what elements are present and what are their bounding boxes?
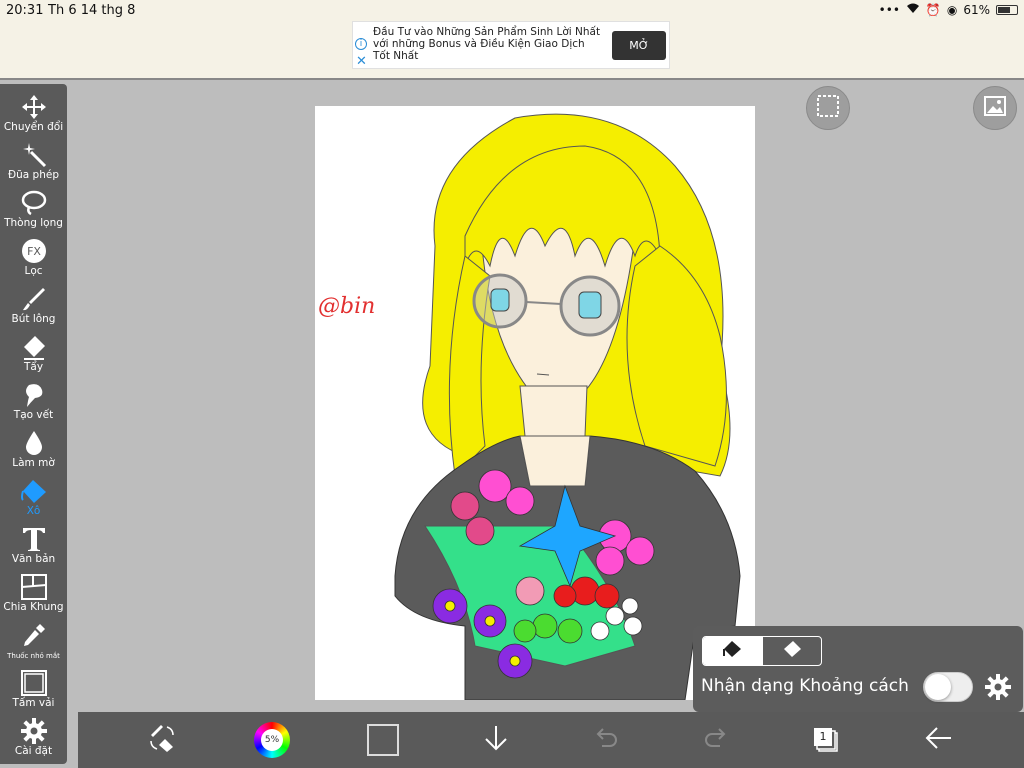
distance-detection-toggle[interactable] — [923, 672, 973, 702]
battery-percent: 61% — [963, 3, 990, 17]
tool-eyedropper[interactable]: Thuốc nhỏ mắt — [0, 616, 67, 664]
brush-eraser-swap-button[interactable] — [144, 722, 180, 758]
wifi-icon — [906, 3, 920, 17]
tool-fill-bucket[interactable]: Xô — [0, 472, 67, 520]
move-icon — [0, 94, 67, 120]
status-divider — [0, 78, 1024, 80]
back-button[interactable] — [920, 722, 956, 758]
frame-divider-icon — [0, 574, 67, 600]
layer-count: 1 — [819, 730, 827, 743]
ad-close-icon[interactable]: ✕ — [356, 54, 367, 69]
fill-mode-eraser[interactable] — [761, 637, 821, 665]
layers-icon: 1 — [811, 725, 841, 755]
ad-banner[interactable]: i ✕ Đầu Tư vào Những Sản Phẩm Sinh Lời N… — [352, 21, 670, 69]
color-wheel-icon: 5% — [254, 722, 290, 758]
distance-detection-label: Nhận dạng Khoảng cách — [701, 676, 909, 696]
eraser-icon — [781, 640, 803, 662]
brush-icon — [0, 286, 67, 312]
eraser-icon — [0, 334, 67, 360]
redo-button[interactable] — [698, 722, 734, 758]
status-right: ••• ⏰ ◉ 61% — [879, 3, 1018, 17]
tool-smudge[interactable]: Tạo vết — [0, 376, 67, 424]
gallery-button[interactable] — [973, 86, 1017, 130]
signature-text: @bin — [318, 294, 376, 319]
download-button[interactable] — [478, 722, 514, 758]
tool-text[interactable]: Văn bản — [0, 520, 67, 568]
status-time: 20:31 — [6, 3, 44, 18]
drawing-canvas[interactable] — [315, 106, 755, 701]
tool-brush[interactable]: Bút lông — [0, 280, 67, 328]
tool-eraser[interactable]: Tẩy — [0, 328, 67, 376]
fill-mode-bucket[interactable] — [703, 637, 762, 665]
ad-info-icon[interactable]: i — [355, 38, 367, 50]
current-color-button[interactable] — [365, 722, 401, 758]
fill-bucket-icon — [0, 478, 67, 504]
tool-blur[interactable]: Làm mờ — [0, 424, 67, 472]
text-icon — [0, 526, 67, 552]
fx-filter-icon: FX — [0, 238, 67, 264]
redo-icon — [702, 724, 730, 756]
ad-text: Đầu Tư vào Những Sản Phẩm Sinh Lời Nhất … — [373, 26, 601, 62]
layers-button[interactable]: 1 — [808, 722, 844, 758]
eyedropper-icon — [0, 622, 67, 648]
lasso-icon — [0, 190, 67, 216]
magic-wand-icon — [0, 142, 67, 168]
fill-options-panel: Nhận dạng Khoảng cách — [693, 626, 1023, 712]
bottom-toolbar: 5% 1 — [78, 712, 1024, 768]
undo-button[interactable] — [588, 722, 624, 758]
smudge-icon — [0, 382, 67, 408]
tool-filter[interactable]: FX Lọc — [0, 232, 67, 280]
canvas-icon — [0, 670, 67, 696]
artwork — [394, 113, 741, 701]
current-color-swatch — [367, 724, 399, 756]
tool-magic-wand[interactable]: Đũa phép — [0, 136, 67, 184]
undo-icon — [592, 724, 620, 756]
battery-icon — [996, 5, 1018, 15]
selection-rect-icon — [816, 94, 840, 122]
arrow-left-icon — [923, 724, 953, 756]
tool-canvas[interactable]: Tấm vải — [0, 664, 67, 712]
tool-lasso[interactable]: Thòng lọng — [0, 184, 67, 232]
orientation-lock-icon: ◉ — [946, 3, 958, 17]
fill-settings-gear-icon[interactable] — [985, 674, 1011, 704]
left-toolbar: Chuyển đổi Đũa phép Thòng lọng FX Lọc Bú… — [0, 84, 67, 764]
signal-icon: ••• — [878, 3, 900, 17]
fill-mode-segment — [702, 636, 822, 666]
arrow-down-icon — [482, 724, 510, 756]
alarm-icon: ⏰ — [925, 3, 941, 17]
brush-eraser-swap-icon — [147, 723, 177, 757]
blur-icon — [0, 430, 67, 456]
svg-text:FX: FX — [27, 245, 41, 258]
brush-size-percent: 5% — [261, 729, 283, 751]
tool-settings[interactable]: Cài đặt — [0, 712, 67, 760]
tool-frame-divider[interactable]: Chia Khung — [0, 568, 67, 616]
image-icon — [983, 94, 1007, 122]
status-date: Th 6 14 thg 8 — [48, 3, 136, 18]
ad-open-button[interactable]: MỞ — [612, 31, 666, 60]
settings-gear-icon — [0, 718, 67, 744]
selection-button[interactable] — [806, 86, 850, 130]
fill-bucket-icon — [721, 640, 743, 662]
color-wheel-button[interactable]: 5% — [252, 722, 292, 758]
tool-transform[interactable]: Chuyển đổi — [0, 88, 67, 136]
